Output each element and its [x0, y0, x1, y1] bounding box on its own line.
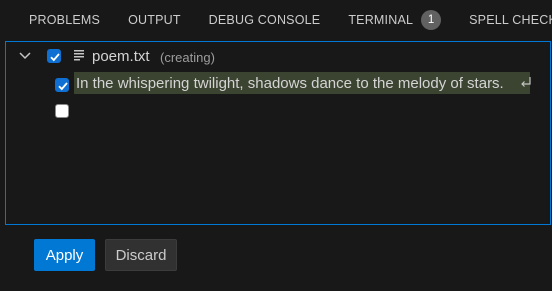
tab-terminal[interactable]: TERMINAL 1	[334, 0, 455, 40]
tab-label: OUTPUT	[128, 13, 181, 27]
file-status: (creating)	[160, 50, 215, 65]
tab-label: SPELL CHECKER	[469, 13, 552, 27]
line-text: In the whispering twilight, shadows danc…	[76, 75, 504, 92]
change-line-row[interactable]	[6, 98, 550, 124]
checkmark-icon	[50, 53, 60, 62]
line-checkbox[interactable]	[55, 78, 69, 92]
panel-tab-bar: PROBLEMS OUTPUT DEBUG CONSOLE TERMINAL 1…	[0, 0, 552, 40]
tab-output[interactable]: OUTPUT	[114, 0, 195, 40]
file-row[interactable]: poem.txt (creating)	[6, 42, 550, 70]
changes-tree: poem.txt (creating) In the whispering tw…	[5, 41, 551, 225]
checkmark-icon	[58, 82, 68, 91]
tab-label: TERMINAL	[348, 13, 414, 27]
tab-debug-console[interactable]: DEBUG CONSOLE	[195, 0, 335, 40]
apply-button[interactable]: Apply	[34, 239, 95, 271]
file-name: poem.txt	[92, 48, 150, 65]
tab-label: PROBLEMS	[29, 13, 101, 27]
tab-label: DEBUG CONSOLE	[208, 13, 321, 27]
file-lines-icon	[74, 50, 84, 61]
tab-spell-checker[interactable]: SPELL CHECKER	[455, 0, 552, 40]
tab-problems[interactable]: PROBLEMS	[0, 0, 114, 40]
newline-return-icon	[521, 77, 531, 87]
discard-button[interactable]: Discard	[105, 239, 177, 271]
line-checkbox[interactable]	[55, 104, 69, 118]
terminal-count-badge: 1	[421, 10, 442, 30]
panel: PROBLEMS OUTPUT DEBUG CONSOLE TERMINAL 1…	[0, 0, 552, 291]
file-checkbox[interactable]	[47, 49, 61, 63]
chevron-down-icon[interactable]	[18, 51, 32, 61]
